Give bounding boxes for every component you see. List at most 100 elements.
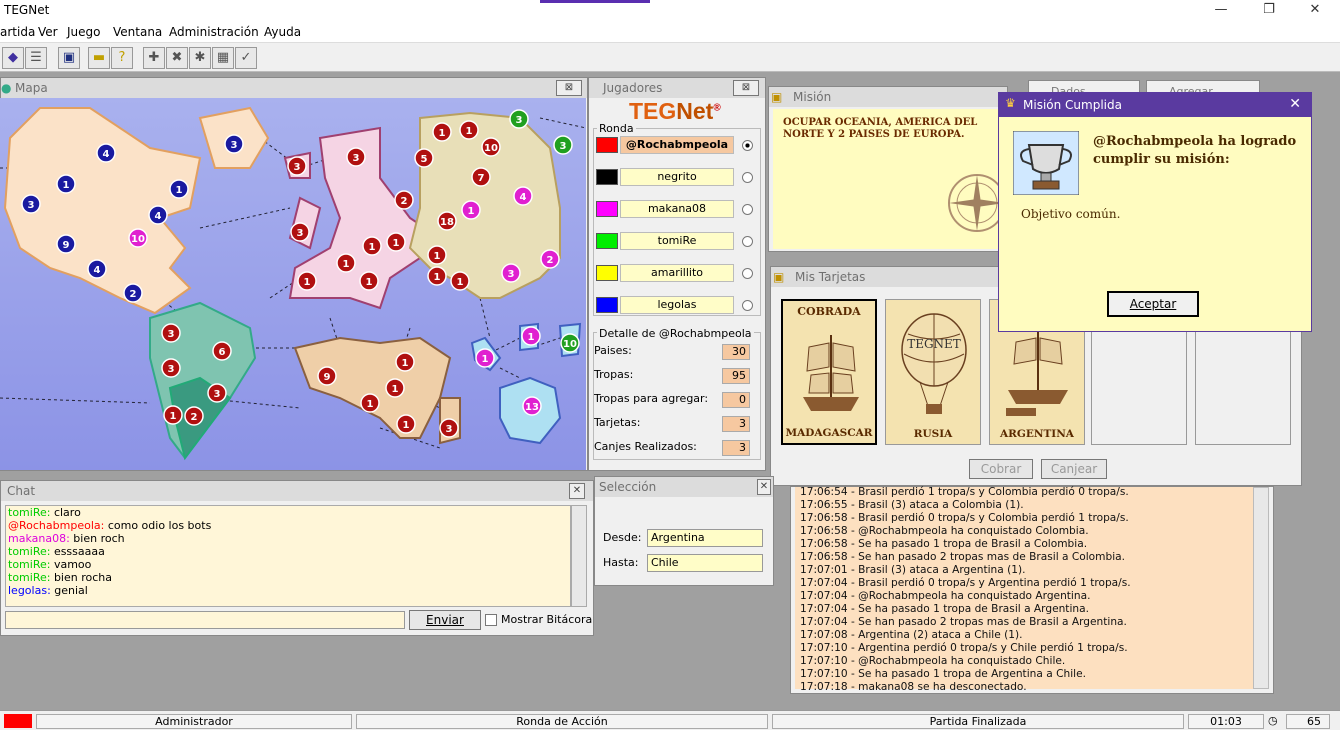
army-marker[interactable]: 10	[560, 333, 580, 353]
minimize-icon[interactable]: —	[1206, 2, 1236, 20]
chat-input[interactable]	[5, 611, 405, 629]
army-marker[interactable]: 3	[509, 109, 529, 129]
player-radio[interactable]	[742, 140, 753, 151]
restore-icon[interactable]: ❐	[1254, 2, 1284, 20]
dialog-close-button[interactable]: ✕	[1289, 96, 1301, 112]
army-marker[interactable]: 1	[169, 179, 189, 199]
army-marker[interactable]: 3	[501, 263, 521, 283]
army-marker[interactable]: 1	[427, 245, 447, 265]
army-marker[interactable]: 1	[461, 200, 481, 220]
card-rusia[interactable]: TEGNET RUSIA	[885, 299, 981, 445]
card-icon[interactable]: ▬	[88, 47, 110, 69]
army-marker[interactable]: 1	[360, 393, 380, 413]
army-marker[interactable]: 3	[224, 134, 244, 154]
army-marker[interactable]: 1	[395, 352, 415, 372]
canjear-button[interactable]: Canjear	[1041, 459, 1107, 479]
army-marker[interactable]: 1	[450, 271, 470, 291]
chat-scrollbar[interactable]	[571, 505, 587, 607]
army-marker[interactable]: 6	[212, 341, 232, 361]
army-marker[interactable]: 7	[471, 167, 491, 187]
army-marker[interactable]: 1	[297, 271, 317, 291]
army-marker[interactable]: 4	[96, 143, 116, 163]
army-marker[interactable]: 1	[432, 122, 452, 142]
add-icon[interactable]: ✚	[143, 47, 165, 69]
cobrar-button[interactable]: Cobrar	[969, 459, 1033, 479]
army-marker[interactable]: 1	[163, 405, 183, 425]
army-marker[interactable]: 1	[359, 271, 379, 291]
player-row[interactable]: amarillito	[596, 263, 756, 283]
army-marker[interactable]: 1	[385, 378, 405, 398]
army-marker[interactable]: 2	[540, 249, 560, 269]
selection-close-button[interactable]: ✕	[757, 479, 771, 495]
save-icon[interactable]: ▣	[58, 47, 80, 69]
chat-close-button[interactable]: ✕	[569, 483, 585, 499]
army-marker[interactable]: 1	[362, 236, 382, 256]
menu-ver[interactable]: Ver	[38, 25, 58, 39]
player-row[interactable]: legolas	[596, 295, 756, 315]
army-marker[interactable]: 1	[336, 253, 356, 273]
army-marker[interactable]: 1	[396, 414, 416, 434]
army-marker[interactable]: 3	[161, 358, 181, 378]
army-marker[interactable]: 1	[386, 232, 406, 252]
army-marker[interactable]: 2	[184, 406, 204, 426]
world-map[interactable]: 4 3 1 1 3 4 9 10 4 2 3 3 3 1 1 1 1 1 2 1 1 5 10 7 18 1 4 1 1 1 3 2 3 3 3 6 3…	[0, 98, 586, 470]
players-close-button[interactable]: ⊠	[733, 80, 759, 96]
menu-partida[interactable]: artida	[0, 25, 35, 39]
player-radio[interactable]	[742, 300, 753, 311]
show-log-checkbox[interactable]	[485, 614, 497, 626]
army-count: 1	[468, 206, 475, 217]
player-row[interactable]: @Rochabmpeola	[596, 135, 756, 155]
army-marker[interactable]: 4	[513, 186, 533, 206]
army-marker[interactable]: 1	[459, 120, 479, 140]
army-marker[interactable]: 3	[439, 418, 459, 438]
army-marker[interactable]: 3	[161, 323, 181, 343]
player-radio[interactable]	[742, 172, 753, 183]
player-radio[interactable]	[742, 204, 753, 215]
army-marker[interactable]: 4	[87, 259, 107, 279]
army-marker[interactable]: 1	[475, 348, 495, 368]
send-button[interactable]: Enviar	[409, 610, 481, 630]
army-marker[interactable]: 9	[317, 366, 337, 386]
list-icon[interactable]: ☰	[25, 47, 47, 69]
army-marker[interactable]: 9	[56, 234, 76, 254]
army-marker[interactable]: 10	[128, 228, 148, 248]
army-marker[interactable]: 3	[290, 222, 310, 242]
log-scrollbar[interactable]	[1253, 487, 1269, 689]
player-radio[interactable]	[742, 236, 753, 247]
remove-icon[interactable]: ✖	[166, 47, 188, 69]
menu-ayuda[interactable]: Ayuda	[264, 25, 301, 39]
player-radio[interactable]	[742, 268, 753, 279]
army-marker[interactable]: 1	[427, 266, 447, 286]
help-card-icon[interactable]: ?	[111, 47, 133, 69]
army-marker[interactable]: 1	[56, 174, 76, 194]
player-row[interactable]: tomiRe	[596, 231, 756, 251]
army-marker[interactable]: 10	[481, 137, 501, 157]
close-icon[interactable]: ✕	[1300, 2, 1330, 20]
army-marker[interactable]: 3	[553, 135, 573, 155]
army-marker[interactable]: 2	[394, 190, 414, 210]
army-marker[interactable]: 3	[21, 194, 41, 214]
copy-icon[interactable]: ▦	[212, 47, 234, 69]
to-field[interactable]: Chile	[647, 554, 763, 572]
army-marker[interactable]: 3	[207, 383, 227, 403]
army-marker[interactable]: 18	[437, 211, 457, 231]
player-row[interactable]: makana08	[596, 199, 756, 219]
menu-administracion[interactable]: Administración	[169, 25, 259, 39]
army-marker[interactable]: 5	[414, 148, 434, 168]
army-marker[interactable]: 13	[522, 396, 542, 416]
menu-juego[interactable]: Juego	[67, 25, 101, 39]
army-marker[interactable]: 1	[521, 326, 541, 346]
connect-icon[interactable]: ◆	[2, 47, 24, 69]
card-madagascar[interactable]: COBRADA MADAGASCAR	[781, 299, 877, 445]
army-marker[interactable]: 3	[287, 156, 307, 176]
player-row[interactable]: negrito	[596, 167, 756, 187]
gear-icon[interactable]: ✱	[189, 47, 211, 69]
army-marker[interactable]: 4	[148, 205, 168, 225]
from-field[interactable]: Argentina	[647, 529, 763, 547]
accept-button[interactable]: Aceptar	[1107, 291, 1199, 317]
check-icon[interactable]: ✓	[235, 47, 257, 69]
menu-ventana[interactable]: Ventana	[113, 25, 162, 39]
map-close-button[interactable]: ⊠	[556, 80, 582, 96]
army-marker[interactable]: 2	[123, 283, 143, 303]
army-marker[interactable]: 3	[346, 147, 366, 167]
